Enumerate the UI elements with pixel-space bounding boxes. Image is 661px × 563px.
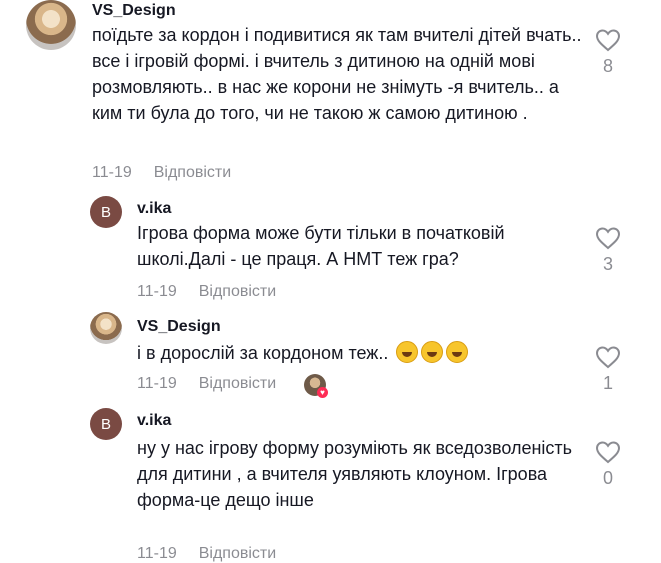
- reply-comment-item: VS_Design і в дорослій за кордоном теж..…: [0, 312, 661, 402]
- like-button[interactable]: 3: [593, 226, 623, 275]
- comment-text: поїдьте за кордон і подивитися як там вч…: [92, 25, 582, 123]
- comment-username[interactable]: v.ika: [137, 200, 171, 218]
- comment-date: 11-19: [137, 283, 177, 300]
- reply-button[interactable]: Відповісти: [199, 545, 276, 562]
- laughing-emoji: [396, 341, 419, 363]
- avatar-letter: B: [100, 415, 111, 433]
- heart-icon: [595, 441, 621, 464]
- reply-button[interactable]: Відповісти: [154, 164, 231, 181]
- reply-button[interactable]: Відповісти: [199, 375, 276, 392]
- comment-username[interactable]: v.ika: [137, 412, 171, 430]
- like-count: 8: [602, 56, 613, 76]
- creator-heart-icon: ♥: [317, 387, 328, 398]
- heart-icon: [595, 29, 621, 52]
- comment-text: ну у нас ігрову форму розуміють як вседо…: [137, 438, 573, 510]
- avatar[interactable]: [90, 312, 122, 344]
- comment-date: 11-19: [137, 375, 177, 392]
- comment-username[interactable]: VS_Design: [92, 2, 176, 20]
- like-count: 3: [602, 254, 613, 274]
- comment-username[interactable]: VS_Design: [137, 318, 221, 336]
- heart-icon: [595, 227, 621, 250]
- like-count: 1: [602, 373, 613, 393]
- comment-meta: 11-19 Відповісти: [137, 375, 276, 393]
- comment-text-content: і в дорослій за кордоном теж..: [137, 343, 389, 363]
- avatar[interactable]: [26, 0, 76, 50]
- like-button[interactable]: 0: [593, 440, 623, 489]
- like-button[interactable]: 8: [593, 28, 623, 77]
- reply-button[interactable]: Відповісти: [199, 283, 276, 300]
- comment-meta: 11-19 Відповісти: [92, 164, 231, 182]
- laughing-emoji: [421, 341, 444, 363]
- comment-date: 11-19: [137, 545, 177, 562]
- comment-text: і в дорослій за кордоном теж..: [137, 340, 577, 366]
- avatar-letter: B: [100, 203, 111, 221]
- avatar[interactable]: B: [90, 408, 122, 440]
- like-count: 0: [602, 468, 613, 488]
- reply-comment-item: B v.ika ну у нас ігрову форму розуміють …: [0, 408, 661, 562]
- reply-comment-item: B v.ika Ігрова форма може бути тільки в …: [0, 196, 661, 306]
- comment-item: VS_Design поїдьте за кордон і подивитися…: [0, 0, 661, 190]
- comment-text: Ігрова форма може бути тільки в початков…: [137, 223, 505, 269]
- comment-meta: 11-19 Відповісти: [137, 283, 276, 301]
- avatar[interactable]: B: [90, 196, 122, 228]
- laughing-emoji: [446, 341, 469, 363]
- like-button[interactable]: 1: [593, 345, 623, 394]
- comment-meta: 11-19 Відповісти: [137, 545, 276, 563]
- comment-date: 11-19: [92, 164, 132, 181]
- heart-icon: [595, 346, 621, 369]
